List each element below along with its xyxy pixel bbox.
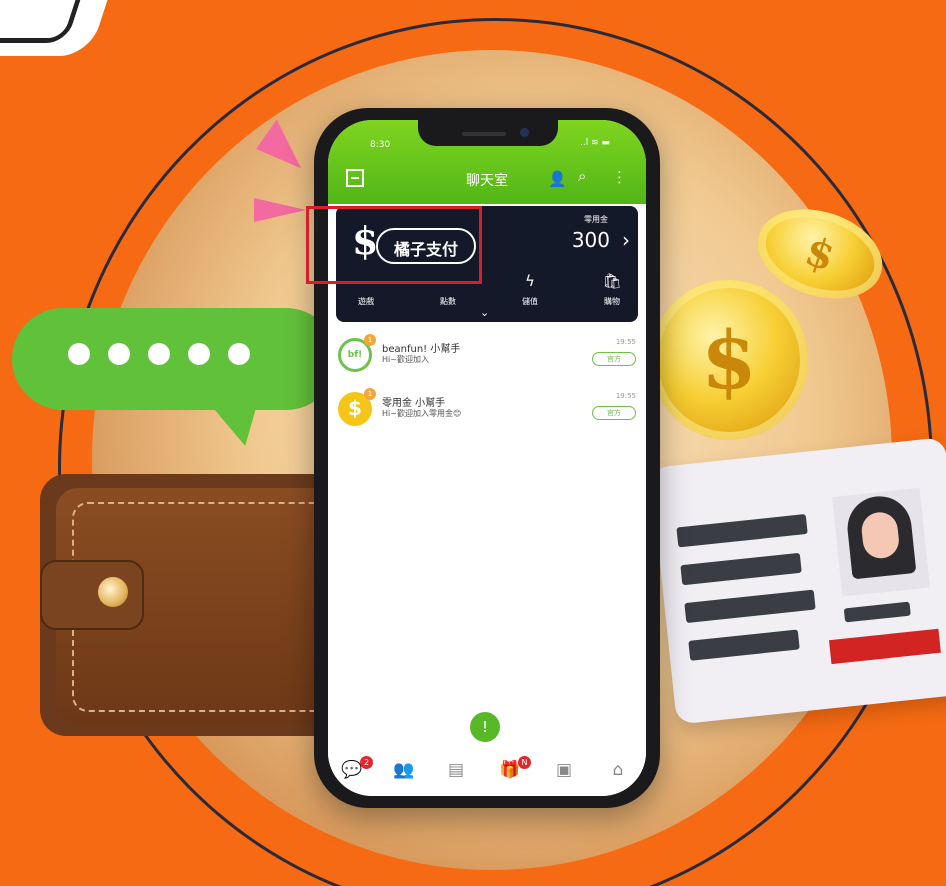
pay-item-topup[interactable]: 儲值 — [510, 296, 550, 307]
chat-name: beanfun! 小幫手 — [382, 344, 461, 355]
chat-time: 19:55 — [615, 392, 636, 400]
person-icon[interactable]: 👤 — [548, 170, 567, 188]
speech-bubble — [12, 308, 337, 410]
unread-badge: 1 — [364, 334, 376, 346]
camera — [520, 128, 529, 137]
speaker — [462, 132, 506, 136]
id-card-red-stripe — [828, 628, 941, 665]
tab-store-icon[interactable]: ⌂ — [598, 760, 638, 780]
chat-name: 零用金 小幫手 — [382, 398, 446, 409]
id-card-line — [676, 513, 808, 548]
balance-label: 零用金 — [584, 215, 608, 224]
search-icon[interactable]: ⌕ — [578, 167, 586, 185]
logo-corner — [0, 0, 111, 56]
tab-badge: 2 — [360, 756, 373, 769]
shopping-bag-icon[interactable]: 🛍 — [592, 272, 632, 290]
tab-badge: N — [518, 756, 531, 769]
chat-list-item[interactable]: $ 1 零用金 小幫手 Hi~歡迎加入零用金😊 19:55 官方 — [338, 388, 638, 432]
accent-shape — [254, 198, 306, 222]
chat-list-item[interactable]: bf! 1 beanfun! 小幫手 Hi~歡迎加入 19:55 官方 — [338, 334, 638, 378]
wallet-button — [98, 577, 128, 607]
pay-item-games[interactable]: 遊戲 — [346, 296, 386, 307]
id-card-line — [688, 629, 800, 661]
id-card-line — [843, 601, 911, 623]
typing-dot — [228, 343, 250, 365]
official-tag: 官方 — [592, 406, 636, 420]
chevron-down-icon[interactable]: ⌄ — [480, 306, 489, 319]
unread-badge: 1 — [364, 388, 376, 400]
id-card-line — [680, 552, 802, 586]
signal-wifi-battery-icon: ..l ≋ ▬ — [580, 138, 610, 148]
more-icon[interactable]: ⋮ — [612, 168, 627, 186]
pay-item-points[interactable]: 點數 — [428, 296, 468, 307]
wallet-strap — [40, 560, 144, 630]
chat-preview: Hi~歡迎加入 — [382, 355, 429, 364]
typing-dot — [148, 343, 170, 365]
typing-dot — [188, 343, 210, 365]
balance-value[interactable]: 300 — [572, 228, 610, 252]
tab-friends-icon[interactable]: 👥 — [384, 760, 424, 780]
topup-icon[interactable]: ϟ — [510, 272, 550, 290]
typing-dot — [68, 343, 90, 365]
typing-dot — [108, 343, 130, 365]
pay-item-shopping[interactable]: 購物 — [592, 296, 632, 307]
illustration: $ $ 8:30 ..l ≋ ▬ 聊天室 👤 ⌕ ⋮ $ 橘子支付 零用金 30… — [0, 0, 946, 886]
tab-card-icon[interactable]: ▣ — [544, 760, 584, 780]
id-card-illustration — [650, 437, 946, 725]
beanfun-fab-button[interactable]: ! — [470, 712, 500, 742]
tab-news-icon[interactable]: ▤ — [436, 760, 476, 780]
highlight-box — [306, 206, 482, 284]
status-time: 8:30 — [370, 140, 391, 150]
id-card-line — [684, 589, 816, 624]
chat-preview: Hi~歡迎加入零用金😊 — [382, 409, 462, 418]
coin-icon: $ — [650, 280, 808, 440]
chat-time: 19:55 — [615, 338, 636, 346]
page-title: 聊天室 — [466, 173, 508, 189]
chevron-right-icon[interactable]: › — [622, 228, 630, 252]
official-tag: 官方 — [592, 352, 636, 366]
bottom-tab-bar: 💬 2 👥 ▤ 🎁 N ▣ ⌂ — [328, 750, 646, 796]
